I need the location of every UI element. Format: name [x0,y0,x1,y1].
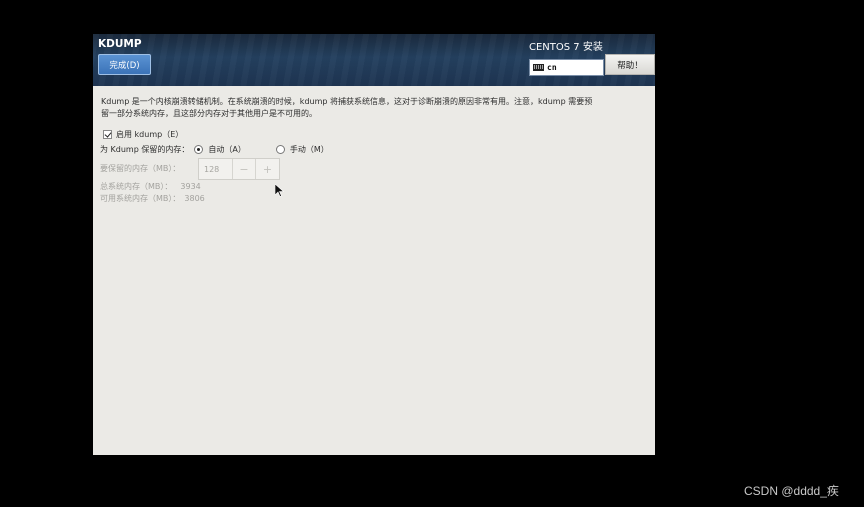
description-line: Kdump 是一个内核崩溃转储机制。在系统崩溃的时候，kdump 将捕获系统信息… [101,97,593,106]
total-memory-label: 总系统内存（MB）： [100,182,173,191]
page-title: KDUMP [98,38,142,50]
radio-auto[interactable] [194,145,204,154]
usable-memory-value: 3806 [184,194,205,203]
enable-kdump-label: 启用 kdump（E） [116,130,184,139]
keyboard-icon [533,64,544,71]
reserve-memory-label: 为 Kdump 保留的内存： [100,145,190,154]
increment-button[interactable]: + [256,159,279,179]
mouse-cursor-icon [275,184,284,197]
reserve-memory-spinner[interactable]: 128 − + [198,158,280,180]
total-memory-row: 总系统内存（MB）： 3934 [100,181,201,192]
total-memory-value: 3934 [180,182,201,191]
radio-manual[interactable] [275,145,285,154]
installer-title: CENTOS 7 安装 [529,42,603,53]
enable-kdump-checkbox[interactable]: 启用 kdump（E） [103,129,183,140]
kdump-window: KDUMP 完成(D) CENTOS 7 安装 cn 帮助！ Kdump 是一个… [93,34,655,455]
decrement-button[interactable]: − [233,159,256,179]
memory-reservation-row: 为 Kdump 保留的内存： 自动（A） 手动（M） [100,144,329,155]
header-bar: KDUMP 完成(D) CENTOS 7 安装 cn 帮助！ [93,34,655,86]
done-button[interactable]: 完成(D) [98,54,151,75]
auto-option-label[interactable]: 自动（A） [208,144,245,155]
help-button[interactable]: 帮助！ [605,54,655,75]
keyboard-layout-text: cn [547,63,557,72]
kdump-description: Kdump 是一个内核崩溃转储机制。在系统崩溃的时候，kdump 将捕获系统信息… [101,96,649,120]
watermark-text: CSDN @dddd_疾 [744,484,839,498]
checkbox-checked-icon[interactable] [103,130,112,139]
keyboard-layout-indicator[interactable]: cn [529,59,604,76]
reserve-memory-value[interactable]: 128 [199,159,233,179]
usable-memory-row: 可用系统内存（MB）： 3806 [100,193,205,204]
usable-memory-label: 可用系统内存（MB）： [100,194,181,203]
reserve-mb-label: 要保留的内存（MB）： [100,164,181,173]
manual-option-label[interactable]: 手动（M） [290,144,329,155]
description-line: 留一部分系统内存，且这部分内存对于其他用户是不可用的。 [101,109,317,118]
